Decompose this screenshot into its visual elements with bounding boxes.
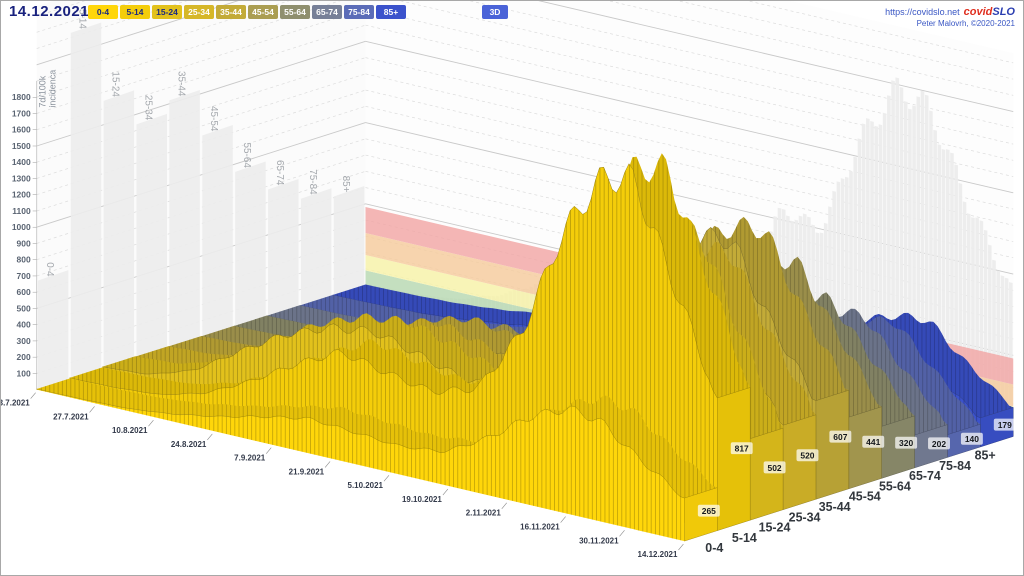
y-tick-label: 1300 [12, 173, 31, 183]
wall-age-label: 25-34 [142, 95, 153, 121]
age-button-35-44[interactable]: 35-44 [216, 5, 246, 19]
date-label: 19.10.2021 [402, 495, 442, 504]
age-button-45-54[interactable]: 45-54 [248, 5, 278, 19]
age-end-label: 5-14 [732, 531, 757, 545]
date-label: 2.11.2021 [466, 509, 502, 518]
age-end-label: 15-24 [759, 521, 791, 535]
age-end-label: 75-84 [939, 459, 971, 473]
brand-covid: covid [964, 6, 993, 18]
site-link[interactable]: https://covidslo.net [885, 7, 960, 17]
date-label: 16.11.2021 [520, 523, 560, 532]
age-button-15-24[interactable]: 15-24 [152, 5, 182, 19]
date-label: 13.7.2021 [1, 399, 30, 408]
y-tick-label: 700 [17, 271, 31, 281]
age-end-label: 55-64 [879, 479, 911, 493]
end-value: 265 [702, 506, 716, 516]
credit-line: Peter Malovrh, ©2020-2021 [885, 18, 1015, 29]
date-label: 14.12.2021 [638, 550, 678, 559]
credits-block: https://covidslo.net covidSLO Peter Malov… [885, 5, 1015, 29]
age-end-label: 65-74 [909, 469, 941, 483]
y-tick-label: 1700 [12, 108, 31, 118]
age-button-55-64[interactable]: 55-64 [280, 5, 310, 19]
y-tick-label: 1200 [12, 190, 31, 200]
end-value: 502 [768, 463, 782, 473]
y-tick-label: 1100 [12, 206, 31, 216]
age-end-label: 25-34 [789, 510, 821, 524]
y-tick-label: 900 [17, 238, 31, 248]
wall-age-label: 15-24 [110, 71, 121, 97]
y-tick-label: 1400 [12, 157, 31, 167]
y-tick-label: 1800 [12, 92, 31, 102]
wall-age-label: 45-54 [208, 106, 219, 132]
date-label: 30.11.2021 [579, 536, 619, 545]
age-filter-buttons: 0-45-1415-2425-3435-4445-5455-6465-7475-… [88, 5, 406, 19]
date-label: 27.7.2021 [53, 412, 89, 421]
wall-age-label: 0-4 [44, 262, 55, 277]
end-value: 441 [866, 437, 880, 447]
date-label: 7.9.2021 [234, 454, 266, 463]
brand-slo: SLO [992, 6, 1015, 18]
y-tick-label: 600 [17, 287, 31, 297]
wall-age-label: 85+ [340, 176, 351, 193]
wall-age-label: 75-84 [307, 169, 318, 195]
end-value: 179 [998, 420, 1012, 430]
y-tick-label: 500 [17, 303, 31, 313]
wall-age-label: 65-74 [274, 160, 285, 186]
y-tick-label: 1600 [12, 125, 31, 135]
end-value: 320 [899, 438, 913, 448]
age-end-label: 45-54 [849, 490, 881, 504]
age-button-5-14[interactable]: 5-14 [120, 5, 150, 19]
age-end-label: 0-4 [705, 541, 723, 555]
end-value: 140 [965, 434, 979, 444]
age-button-65-74[interactable]: 65-74 [312, 5, 342, 19]
end-value: 520 [800, 451, 814, 461]
age-button-25-34[interactable]: 25-34 [184, 5, 214, 19]
y-tick-label: 1500 [12, 141, 31, 151]
wall-age-label: 55-64 [241, 142, 252, 168]
end-value: 817 [735, 444, 749, 454]
age-button-75-84[interactable]: 75-84 [344, 5, 374, 19]
y-tick-label: 100 [17, 368, 31, 378]
app-window: 0-45-1415-2425-3435-4445-5455-6465-7475-… [0, 0, 1024, 576]
age-button-85+[interactable]: 85+ [376, 5, 406, 19]
y-tick-label: 1000 [12, 222, 31, 232]
y-tick-label: 800 [17, 255, 31, 265]
y-tick-label: 400 [17, 320, 31, 330]
end-value: 607 [833, 432, 847, 442]
date-label: 5.10.2021 [348, 481, 384, 490]
age-end-label: 35-44 [819, 500, 851, 514]
date-label: 24.8.2021 [171, 440, 207, 449]
end-value: 202 [932, 439, 946, 449]
toolbar: 14.12.2021tor 0-45-1415-2425-3435-4445-5… [1, 1, 1023, 23]
mode-3d-button[interactable]: 3D [482, 5, 508, 19]
current-date: 14.12.2021 [9, 3, 89, 20]
y-tick-label: 300 [17, 336, 31, 346]
wall-age-label: 35-44 [175, 71, 186, 97]
y-tick-label: 200 [17, 352, 31, 362]
age-end-label: 85+ [975, 449, 996, 463]
incidence-3d-chart: 0-45-1415-2425-3435-4445-5455-6465-7475-… [1, 1, 1023, 575]
age-button-0-4[interactable]: 0-4 [88, 5, 118, 19]
date-label: 10.8.2021 [112, 426, 148, 435]
date-label: 21.9.2021 [289, 467, 325, 476]
